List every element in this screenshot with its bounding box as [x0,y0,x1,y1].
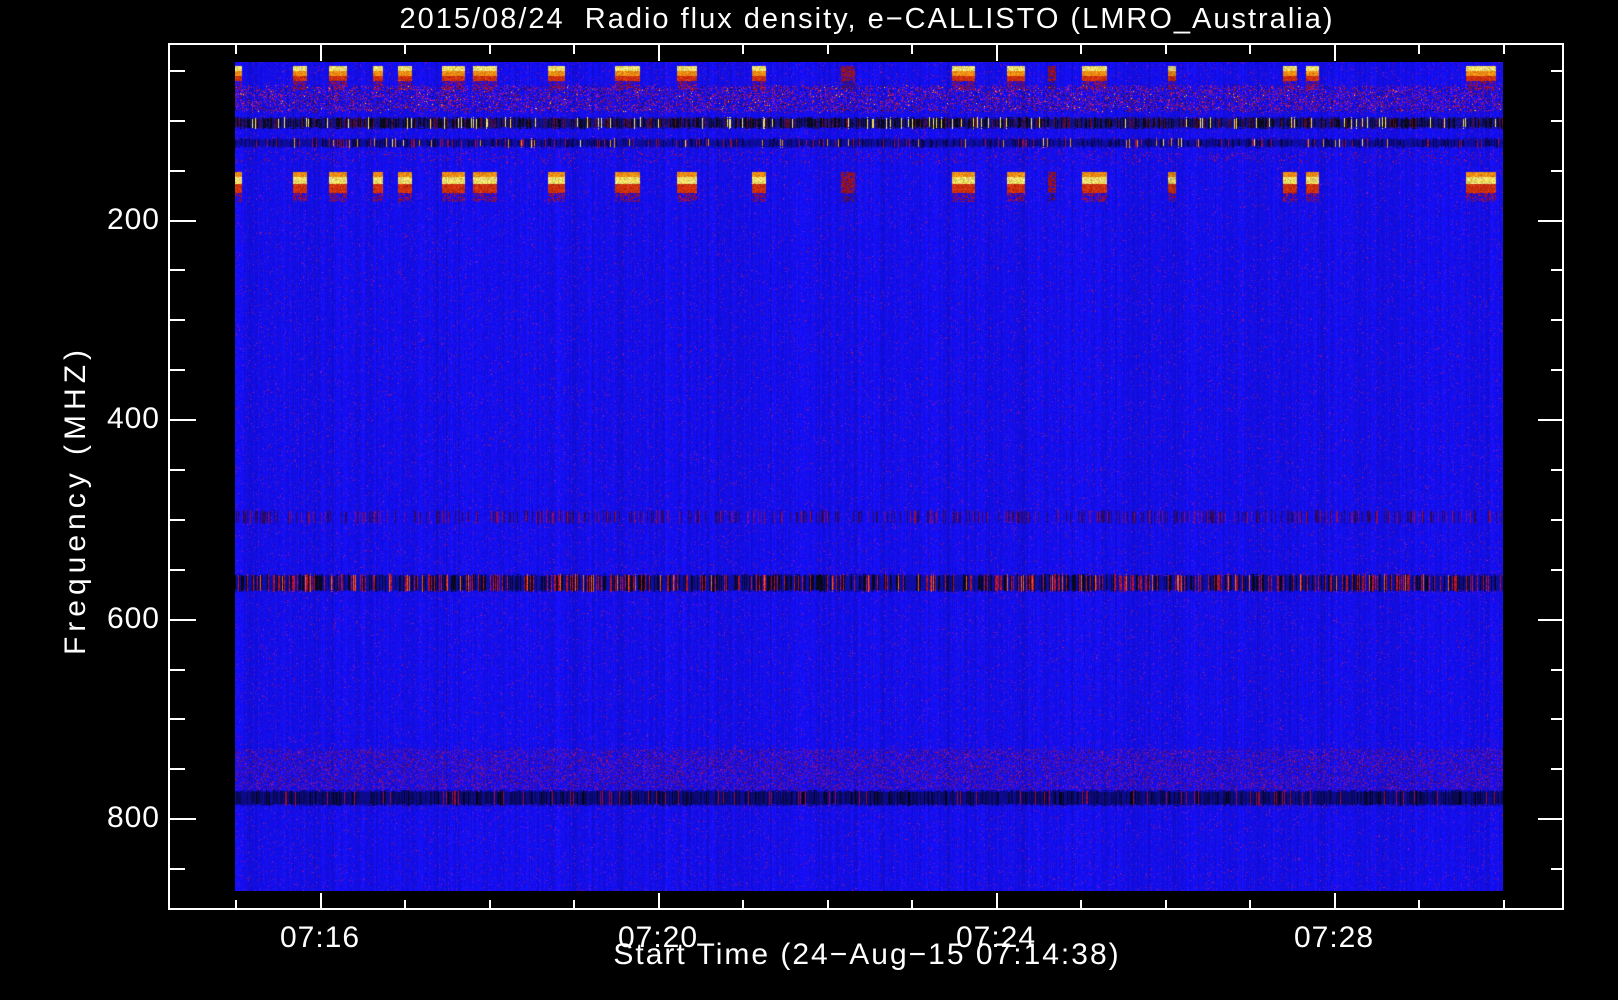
axis-tick [827,900,829,910]
axis-tick [170,519,185,521]
y-tick-label: 400 [106,402,160,435]
y-tick-label: 800 [106,801,160,834]
axis-tick [170,120,185,122]
chart-title: 2015/08/24 Radio flux density, e−CALLIST… [399,3,1335,35]
axis-tick [1551,519,1564,521]
axis-tick [658,893,660,910]
axis-tick [1551,718,1564,720]
y-tick-label: 200 [106,203,160,236]
axis-tick [170,619,196,621]
axis-tick [1551,120,1564,122]
axis-tick [1334,44,1336,61]
axis-tick [1551,469,1564,471]
axis-tick [1249,44,1251,54]
axis-tick [996,893,998,910]
axis-tick [827,44,829,54]
axis-tick [1418,44,1420,54]
axis-tick [911,44,913,54]
axis-tick [1503,44,1505,54]
axis-tick [170,569,185,571]
axis-tick [170,319,185,321]
axis-tick [320,893,322,910]
axis-tick [404,900,406,910]
plot-frame [168,43,1564,910]
axis-tick [1551,269,1564,271]
axis-tick [996,44,998,61]
axis-tick [170,669,185,671]
y-tick-label: 600 [106,602,160,635]
axis-tick [1551,669,1564,671]
axis-tick [170,419,196,421]
axis-tick [235,44,237,54]
axis-tick [320,44,322,61]
axis-tick [1551,70,1564,72]
axis-tick [1551,319,1564,321]
axis-tick [1551,768,1564,770]
axis-tick [1538,619,1564,621]
axis-tick [1165,44,1167,54]
axis-tick [1538,419,1564,421]
axis-tick [170,469,185,471]
spectrogram-figure: 2015/08/24 Radio flux density, e−CALLIST… [0,0,1618,1000]
axis-tick [1551,369,1564,371]
axis-tick [170,868,185,870]
axis-tick [573,900,575,910]
axis-tick [170,170,185,172]
axis-tick [742,900,744,910]
axis-tick [1165,900,1167,910]
axis-tick [170,768,185,770]
axis-tick [573,44,575,54]
axis-tick [489,44,491,54]
x-axis-title: Start Time (24−Aug−15 07:14:38) [613,938,1121,971]
axis-tick [1503,900,1505,910]
axis-tick [404,44,406,54]
axis-tick [170,369,185,371]
axis-tick [170,220,196,222]
axis-tick [1080,900,1082,910]
axis-tick [658,44,660,61]
axis-tick [170,269,185,271]
axis-tick [911,900,913,910]
axis-tick [170,70,185,72]
axis-tick [235,900,237,910]
axis-tick [170,718,185,720]
axis-tick [1334,893,1336,910]
axis-tick [1551,868,1564,870]
axis-tick [1080,44,1082,54]
axis-tick [1538,818,1564,820]
axis-tick [742,44,744,54]
axis-tick [1418,900,1420,910]
axis-tick [1551,170,1564,172]
axis-tick [170,818,196,820]
axis-tick [489,900,491,910]
axis-tick [1249,900,1251,910]
axis-tick [1551,569,1564,571]
axis-tick [1538,220,1564,222]
